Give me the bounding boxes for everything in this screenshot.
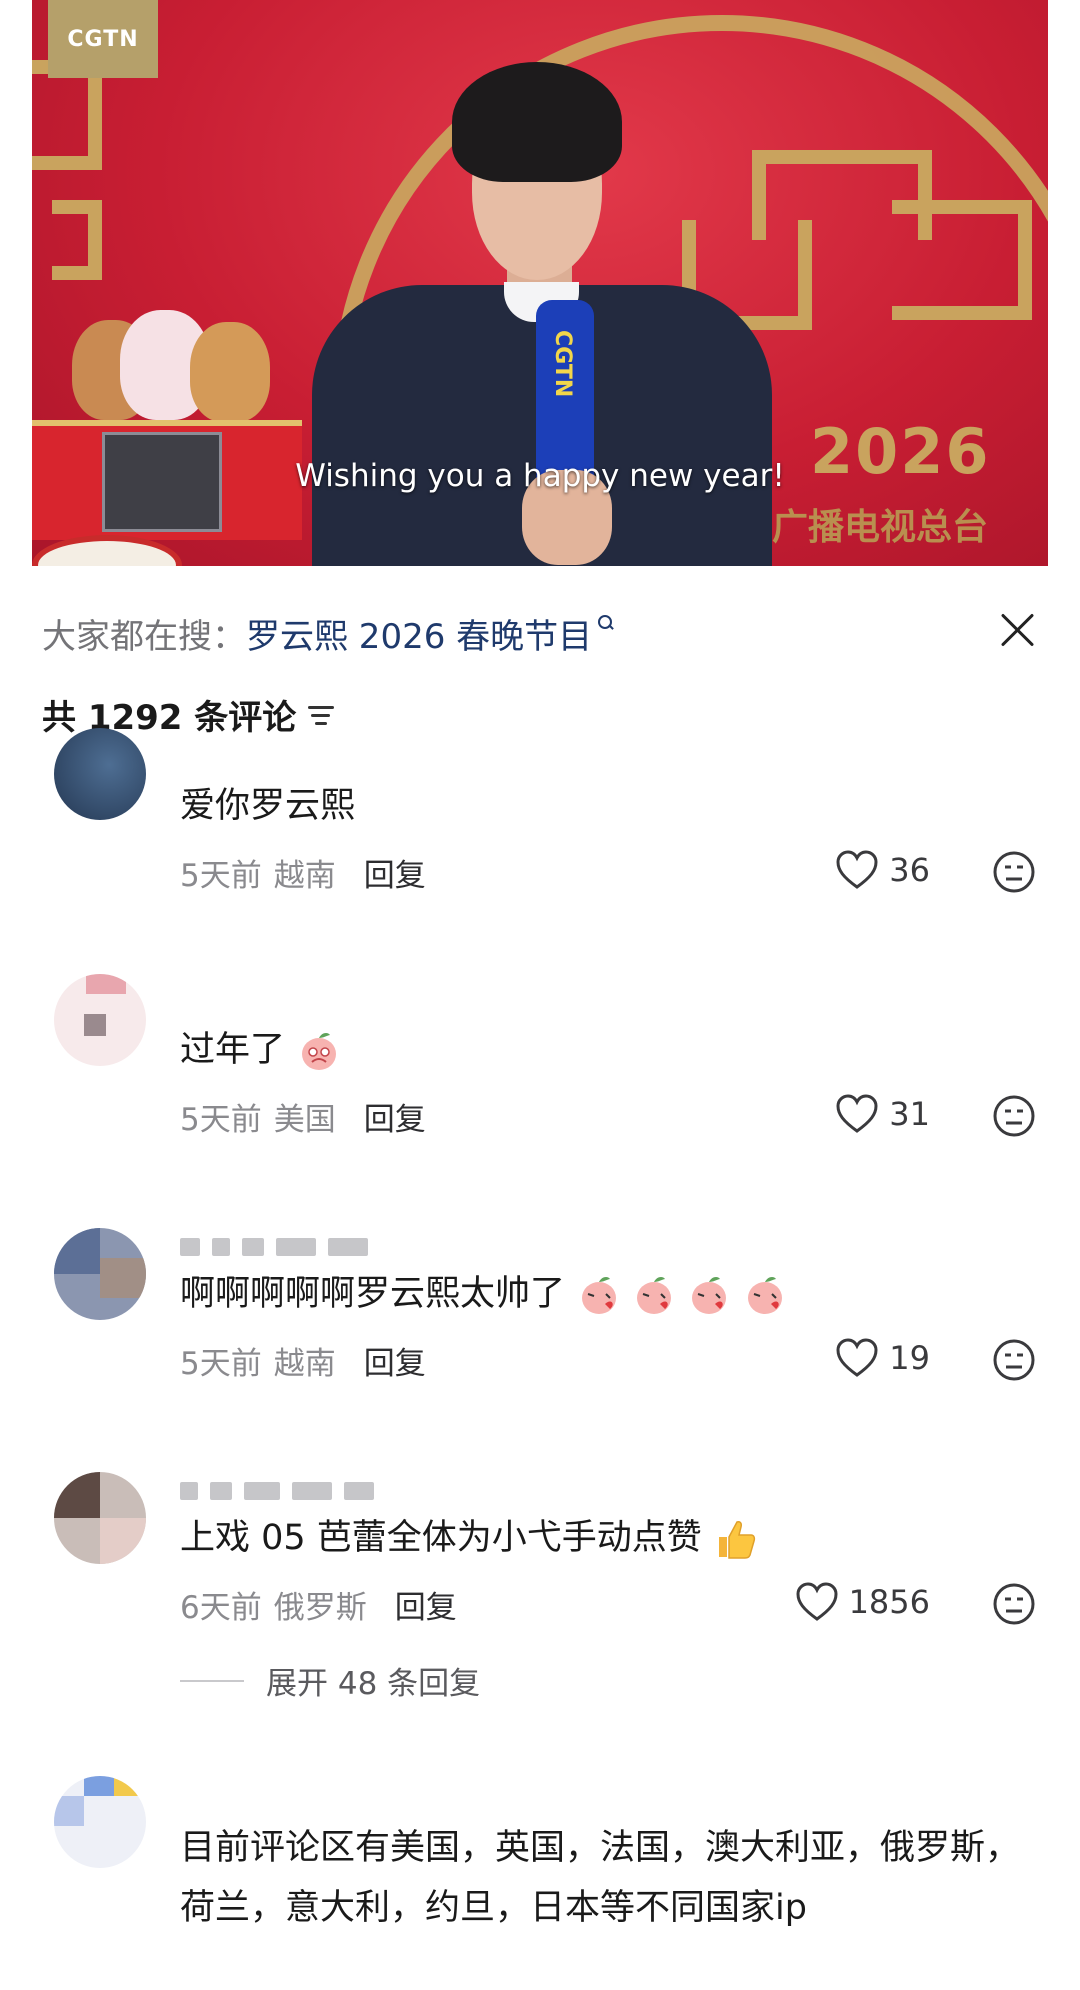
heart-icon — [836, 1094, 878, 1133]
comment-location: 美国 — [273, 1102, 336, 1138]
sort-icon[interactable] — [308, 704, 335, 726]
presenter-hair — [452, 62, 622, 182]
trending-search-term[interactable]: 罗云熙 2026 春晚节目 — [246, 609, 592, 658]
comment-text-content: 上戏 05 芭蕾全体为小弋手动点赞 — [180, 1518, 702, 1558]
search-icon — [598, 615, 614, 631]
video-frame[interactable]: 2026 广播电视总台 CGTN Wishing you a happy new… — [32, 0, 1048, 572]
dislike-face-icon[interactable] — [992, 850, 1036, 894]
divider — [180, 1679, 244, 1682]
avatar-pixel — [84, 1014, 106, 1036]
comment-location: 俄罗斯 — [273, 1590, 367, 1626]
avatar-pixel — [54, 1796, 84, 1826]
expand-replies-label: 展开 48 条回复 — [266, 1666, 481, 1702]
trending-search[interactable]: 大家都在搜： 罗云熙 2026 春晚节目 — [42, 609, 614, 658]
reply-button[interactable]: 回复 — [364, 850, 426, 895]
comment-location: 越南 — [273, 1346, 336, 1382]
trending-search-prefix: 大家都在搜： — [42, 616, 246, 657]
mic-logo: CGTN — [550, 330, 575, 398]
avatar[interactable] — [54, 1776, 146, 1868]
comment-meta: 5天前 越南 回复 — [180, 1338, 426, 1383]
comment-meta: 5天前 越南 回复 — [180, 850, 426, 895]
close-button[interactable] — [994, 606, 1042, 654]
reply-button[interactable]: 回复 — [364, 1094, 426, 1139]
comment-text: 爱你罗云熙 — [180, 776, 1040, 836]
video-caption: Wishing you a happy new year! — [295, 458, 785, 494]
like-count: 19 — [889, 1339, 930, 1377]
peach-kiss-emoji — [747, 1277, 782, 1314]
comment-text-content: 过年了 — [180, 1030, 286, 1070]
dislike-face-icon[interactable] — [992, 1582, 1036, 1626]
username-blurred[interactable] — [180, 1482, 374, 1502]
avatar-pixel — [100, 1518, 146, 1564]
expand-replies-button[interactable]: 展开 48 条回复 — [180, 1658, 480, 1703]
avatar[interactable] — [54, 728, 146, 820]
like-count: 1856 — [848, 1583, 930, 1621]
comment-meta: 6天前 俄罗斯 回复 — [180, 1582, 457, 1627]
reply-button[interactable]: 回复 — [395, 1582, 457, 1627]
peach-kiss-emoji — [692, 1277, 727, 1314]
like-button[interactable]: 19 — [835, 1338, 930, 1378]
like-button[interactable]: 36 — [835, 850, 930, 890]
avatar-pixel — [84, 1776, 114, 1796]
dislike-face-icon[interactable] — [992, 1338, 1036, 1382]
comment-text-content: 目前评论区有美国，英国，法国，澳大利亚，俄罗斯，荷兰，意大利，约旦，日本等不同国… — [180, 1828, 1021, 1928]
like-button[interactable]: 31 — [835, 1094, 930, 1134]
peach-kiss-emoji — [582, 1277, 617, 1314]
comment-text-content: 啊啊啊啊啊罗云熙太帅了 — [180, 1274, 566, 1314]
avatar-pixel — [114, 1776, 146, 1796]
like-count: 36 — [889, 851, 930, 889]
comment-text: 上戏 05 芭蕾全体为小弋手动点赞 — [180, 1508, 1040, 1568]
username-blurred[interactable] — [180, 1238, 368, 1258]
comment-location: 越南 — [273, 858, 336, 894]
peach-kiss-emoji — [637, 1277, 672, 1314]
comment-text: 过年了 — [180, 1020, 1040, 1080]
thumbs-up-emoji — [718, 1521, 756, 1559]
like-button[interactable]: 1856 — [795, 1582, 930, 1622]
comment-text: 啊啊啊啊啊罗云熙太帅了 — [180, 1264, 1040, 1324]
avatar[interactable] — [54, 1228, 146, 1320]
reply-button[interactable]: 回复 — [364, 1338, 426, 1383]
channel-logo: CGTN — [48, 0, 158, 78]
heart-icon — [836, 850, 878, 889]
comment-text: 目前评论区有美国，英国，法国，澳大利亚，俄罗斯，荷兰，意大利，约旦，日本等不同国… — [180, 1818, 1040, 1938]
comment-time: 6天前 — [180, 1590, 262, 1626]
comment-panel: 大家都在搜： 罗云熙 2026 春晚节目 共 1292 条评论 爱你罗云熙 5天… — [0, 566, 1080, 1990]
avatar-pixel — [54, 1472, 100, 1518]
avatar-pixel — [54, 1228, 100, 1274]
backdrop-pattern — [892, 200, 1032, 320]
avatar-pixel — [86, 974, 126, 994]
like-count: 31 — [889, 1095, 930, 1133]
heart-icon — [796, 1582, 838, 1621]
comment-time: 5天前 — [180, 1102, 262, 1138]
peach-face-emoji — [302, 1033, 337, 1070]
avatar-pixel — [100, 1258, 146, 1298]
dislike-face-icon[interactable] — [992, 1094, 1036, 1138]
avatar[interactable] — [54, 974, 146, 1066]
backdrop-pattern — [52, 200, 102, 280]
avatar[interactable] — [54, 1472, 146, 1564]
comment-meta: 5天前 美国 回复 — [180, 1094, 426, 1139]
comment-text-content: 爱你罗云熙 — [180, 786, 356, 826]
video-player[interactable]: 2026 广播电视总台 CGTN Wishing you a happy new… — [0, 0, 1080, 580]
comment-time: 5天前 — [180, 858, 262, 894]
comment-time: 5天前 — [180, 1346, 262, 1382]
backdrop-text: 广播电视总台 — [772, 507, 989, 548]
heart-icon — [836, 1338, 878, 1377]
plush-toy — [190, 322, 270, 422]
